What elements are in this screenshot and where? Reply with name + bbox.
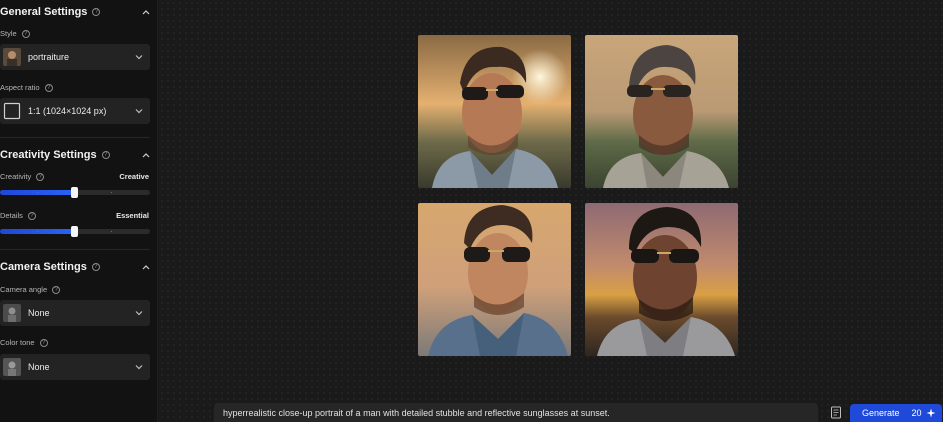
generated-image-4[interactable] — [585, 203, 738, 356]
color-tone-value: None — [28, 362, 50, 372]
slider-handle[interactable] — [71, 226, 78, 237]
help-icon[interactable]: ? — [21, 29, 30, 38]
aspect-ratio-value: 1:1 (1024×1024 px) — [28, 106, 107, 116]
generated-image-3[interactable] — [418, 203, 571, 356]
camera-angle-value: None — [28, 308, 50, 318]
camera-settings-title: Camera Settings — [0, 261, 87, 273]
creativity-slider[interactable] — [0, 187, 150, 198]
portrait-image — [418, 203, 571, 356]
style-thumbnail-icon — [3, 48, 21, 66]
chevron-down-icon — [135, 311, 143, 316]
color-tone-thumbnail-icon — [3, 358, 21, 376]
help-icon[interactable]: ? — [36, 172, 45, 181]
camera-angle-thumbnail-icon — [3, 304, 21, 322]
camera-settings-header[interactable]: Camera Settings ? — [0, 257, 158, 277]
camera-angle-label-row: Camera angle ? — [0, 285, 61, 294]
generated-image-1[interactable] — [418, 35, 571, 188]
prompt-text: hyperrealistic close-up portrait of a ma… — [223, 408, 610, 418]
color-tone-label-row: Color tone ? — [0, 338, 48, 347]
details-label: Details — [0, 211, 23, 220]
slider-tick — [37, 231, 38, 232]
portrait-image — [418, 35, 571, 188]
style-select-value: portraiture — [28, 52, 70, 62]
help-icon[interactable]: ? — [27, 211, 36, 220]
generate-button[interactable]: Generate 20 — [850, 404, 942, 422]
help-icon[interactable]: ? — [101, 151, 110, 159]
details-label-row: Details ? — [0, 211, 36, 220]
square-ratio-icon — [3, 102, 21, 120]
style-select[interactable]: portraiture — [0, 44, 150, 70]
aspect-ratio-label: Aspect ratio — [0, 83, 40, 92]
color-tone-select[interactable]: None — [0, 354, 150, 380]
details-value: Essential — [116, 211, 149, 220]
divider — [0, 249, 150, 250]
prompt-input[interactable]: hyperrealistic close-up portrait of a ma… — [214, 403, 818, 422]
aspect-ratio-select[interactable]: 1:1 (1024×1024 px) — [0, 98, 150, 124]
chevron-up-icon[interactable] — [142, 151, 150, 159]
aspect-label-row: Aspect ratio ? — [0, 83, 53, 92]
slider-tick — [111, 192, 112, 193]
details-slider[interactable] — [0, 226, 150, 237]
creativity-label: Creativity — [0, 172, 32, 181]
camera-angle-label: Camera angle — [0, 285, 48, 294]
style-label: Style — [0, 29, 17, 38]
chevron-up-icon[interactable] — [142, 8, 150, 16]
portrait-image — [585, 35, 738, 188]
help-icon[interactable]: ? — [44, 83, 53, 92]
portrait-image — [585, 203, 738, 356]
creativity-value: Creative — [119, 172, 149, 181]
sparkle-icon — [926, 408, 936, 418]
generate-label: Generate — [862, 408, 900, 418]
help-icon[interactable]: ? — [91, 263, 100, 271]
slider-tick — [37, 192, 38, 193]
chevron-up-icon[interactable] — [142, 263, 150, 271]
settings-sidebar: General Settings ? Style ? portraiture A… — [0, 0, 158, 422]
color-tone-label: Color tone — [0, 338, 35, 347]
creativity-settings-header[interactable]: Creativity Settings ? — [0, 145, 158, 165]
slider-tick — [111, 231, 112, 232]
help-icon[interactable]: ? — [52, 285, 61, 294]
credit-count: 20 — [911, 408, 922, 418]
chevron-down-icon — [135, 55, 143, 60]
creativity-label-row: Creativity ? — [0, 172, 45, 181]
general-settings-header[interactable]: General Settings ? — [0, 2, 158, 22]
document-icon[interactable] — [829, 405, 843, 420]
creativity-settings-title: Creativity Settings — [0, 149, 97, 161]
slider-handle[interactable] — [71, 187, 78, 198]
general-settings-title: General Settings — [0, 6, 88, 18]
help-icon[interactable]: ? — [92, 8, 101, 16]
divider — [0, 137, 150, 138]
chevron-down-icon — [135, 109, 143, 114]
generated-image-2[interactable] — [585, 35, 738, 188]
chevron-down-icon — [135, 365, 143, 370]
help-icon[interactable]: ? — [39, 338, 48, 347]
style-label-row: Style ? — [0, 29, 30, 38]
camera-angle-select[interactable]: None — [0, 300, 150, 326]
